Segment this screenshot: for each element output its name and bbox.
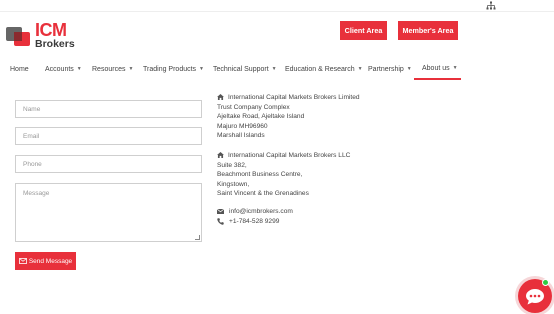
address-line: Marshall Islands xyxy=(217,132,265,140)
address-block-limited: International Capital Markets Brokers Li… xyxy=(217,93,360,141)
envelope-icon xyxy=(217,209,224,214)
address-line: Majuro MH96960 xyxy=(217,122,268,130)
home-icon xyxy=(217,152,224,158)
address-line: Saint Vincent & the Grenadines xyxy=(217,190,309,198)
nav-item-technical-support[interactable]: Technical Support ▼ xyxy=(213,58,277,80)
chevron-down-icon: ▼ xyxy=(406,66,412,72)
email-input[interactable] xyxy=(15,127,202,145)
address-line: International Capital Markets Brokers LL… xyxy=(228,152,351,159)
name-input[interactable] xyxy=(15,100,202,118)
envelope-icon xyxy=(18,258,27,264)
phone-input[interactable] xyxy=(15,155,202,173)
nav-item-trading-products[interactable]: Trading Products ▼ xyxy=(143,58,204,80)
message-textarea[interactable] xyxy=(15,183,202,242)
message-wrapper xyxy=(15,183,202,242)
contact-phone-text[interactable]: +1-784-528 9299 xyxy=(229,218,279,225)
contact-phone-row: +1-784-528 9299 xyxy=(217,218,279,225)
top-bar xyxy=(0,0,554,12)
address-company-line: International Capital Markets Brokers Li… xyxy=(217,93,360,103)
nav-item-home[interactable]: Home xyxy=(10,58,29,80)
client-area-button[interactable]: Client Area xyxy=(340,21,387,40)
phone-icon xyxy=(217,218,224,225)
members-area-button[interactable]: Member's Area xyxy=(398,21,458,40)
chevron-down-icon: ▼ xyxy=(76,66,82,72)
icm-brokers-logo[interactable]: ICM Brokers xyxy=(6,20,75,52)
chat-bubble-icon xyxy=(526,288,544,304)
nav-item-label: Resources xyxy=(92,65,126,73)
nav-item-accounts[interactable]: Accounts ▼ xyxy=(45,58,82,80)
sitemap-icon[interactable] xyxy=(486,1,496,11)
logo-brokers-text: Brokers xyxy=(35,38,75,50)
resize-handle-icon[interactable] xyxy=(195,235,200,240)
main-nav: Home Accounts ▼ Resources ▼ Trading Prod… xyxy=(0,58,554,82)
nav-item-label: Education & Research xyxy=(285,65,355,73)
nav-item-partnership[interactable]: Partnership ▼ xyxy=(368,58,412,80)
chevron-down-icon: ▼ xyxy=(357,66,363,72)
logo-icm-text: ICM xyxy=(35,20,67,40)
address-block-llc: International Capital Markets Brokers LL… xyxy=(217,151,350,199)
send-message-button[interactable]: Send Message xyxy=(15,252,76,270)
nav-item-label: Accounts xyxy=(45,65,74,73)
home-icon xyxy=(217,94,224,100)
address-company-line: International Capital Markets Brokers LL… xyxy=(217,151,350,161)
address-line: Kingstown, xyxy=(217,180,250,188)
address-line: Ajeltake Road, Ajeltake Island xyxy=(217,113,305,121)
address-line: Trust Company Complex xyxy=(217,103,290,111)
chevron-down-icon: ▼ xyxy=(452,65,458,71)
nav-item-label: Technical Support xyxy=(213,65,269,73)
nav-item-label: Trading Products xyxy=(143,65,197,73)
chevron-down-icon: ▼ xyxy=(199,66,204,72)
chevron-down-icon: ▼ xyxy=(128,66,134,72)
nav-item-about-us[interactable]: About us ▼ xyxy=(414,58,461,80)
address-line: Suite 382, xyxy=(217,161,247,169)
send-message-label: Send Message xyxy=(28,257,73,265)
nav-item-label: Partnership xyxy=(368,65,404,73)
contact-email-link[interactable]: info@icmbrokers.com xyxy=(229,208,293,215)
contact-email-row: info@icmbrokers.com xyxy=(217,208,293,215)
nav-item-label: About us xyxy=(422,64,450,72)
logo-mark-icon xyxy=(6,27,30,46)
address-line: International Capital Markets Brokers Li… xyxy=(228,94,360,101)
nav-item-education-research[interactable]: Education & Research ▼ xyxy=(285,58,363,80)
address-line: Beachmont Business Centre, xyxy=(217,171,303,179)
online-status-indicator xyxy=(542,279,549,286)
nav-item-label: Home xyxy=(10,65,29,73)
chevron-down-icon: ▼ xyxy=(271,66,277,72)
nav-item-resources[interactable]: Resources ▼ xyxy=(92,58,133,80)
